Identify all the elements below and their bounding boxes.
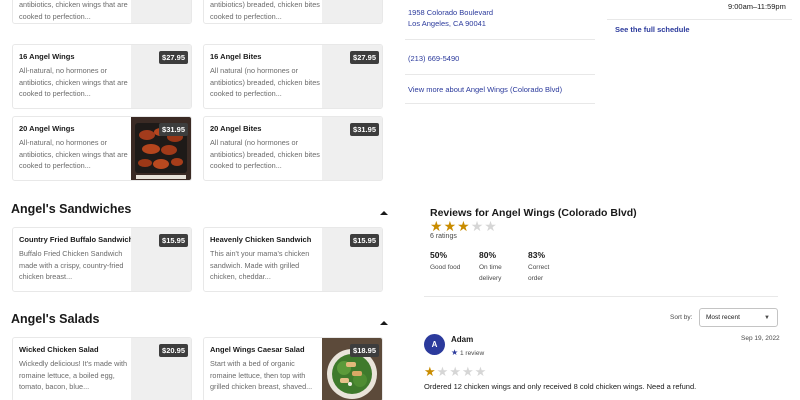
menu-item-card[interactable]: 20 Angel Wings All-natural, no hormones … bbox=[12, 116, 192, 181]
menu-item-card[interactable]: Wicked Chicken Salad Wickedly delicious!… bbox=[12, 337, 192, 400]
menu-item-name: Country Fried Buffalo Sandwich bbox=[19, 235, 134, 244]
menu-item-description: All-natural, no hormones or antibiotics,… bbox=[19, 66, 128, 98]
divider bbox=[405, 103, 595, 104]
sort-value: Most recent bbox=[706, 314, 740, 321]
reviewer-review-count: 1 review bbox=[459, 350, 485, 357]
menu-item-card[interactable]: 20 Angel Bites All natural (no hormones … bbox=[203, 116, 383, 181]
menu-item-name: Heavenly Chicken Sandwich bbox=[210, 235, 312, 244]
chevron-up-icon[interactable] bbox=[379, 205, 389, 215]
menu-item-price: $31.95 bbox=[350, 123, 379, 136]
divider bbox=[424, 296, 778, 297]
hours-text: 9:00am–11:59pm bbox=[728, 2, 786, 11]
address-line1[interactable]: 1958 Colorado Boulevard bbox=[408, 8, 493, 17]
menu-item-price: $15.95 bbox=[350, 234, 379, 247]
menu-item-price: $27.95 bbox=[159, 51, 188, 64]
menu-item-price: $18.95 bbox=[350, 344, 379, 357]
menu-item-price: $31.95 bbox=[159, 123, 188, 136]
menu-item-image bbox=[322, 0, 382, 23]
menu-item-image bbox=[131, 0, 191, 23]
chevron-up-icon[interactable] bbox=[379, 315, 389, 325]
menu-item-description: antibiotics, chicken wings that are cook… bbox=[19, 0, 128, 21]
stat-value: 50% bbox=[430, 250, 448, 260]
stat-on-time: 80% On time delivery bbox=[479, 250, 513, 284]
review-stars: ★ ★ ★ ★ ★ bbox=[424, 365, 486, 378]
menu-item-name: Wicked Chicken Salad bbox=[19, 345, 99, 354]
menu-item-name: 20 Angel Wings bbox=[19, 124, 75, 133]
stat-correct-order: 83% Correct order bbox=[528, 250, 558, 284]
menu-item-description: All natural (no hormones or antibiotics)… bbox=[210, 66, 320, 98]
sort-label: Sort by: bbox=[670, 314, 693, 321]
star-icon: ★ bbox=[443, 218, 457, 234]
menu-item-description: Wickedly delicious! It's made with romai… bbox=[19, 359, 128, 391]
menu-item-description: Start with a bed of organic romaine lett… bbox=[210, 359, 313, 391]
menu-item-card[interactable]: Heavenly Chicken Sandwich This ain't you… bbox=[203, 227, 383, 292]
chevron-down-icon: ▼ bbox=[764, 315, 770, 321]
section-title-salads: Angel's Salads bbox=[11, 312, 100, 326]
star-icon: ★ bbox=[457, 218, 470, 234]
more-about-link[interactable]: View more about Angel Wings (Colorado Bl… bbox=[408, 85, 562, 94]
menu-item-card[interactable]: antibiotics) breaded, chicken bites cook… bbox=[203, 0, 383, 24]
menu-item-description: All natural (no hormones or antibiotics)… bbox=[210, 138, 320, 170]
stat-value: 83% bbox=[528, 250, 546, 260]
menu-item-name: 20 Angel Bites bbox=[210, 124, 262, 133]
menu-item-price: $27.95 bbox=[350, 51, 379, 64]
phone-link[interactable]: (213) 669-5490 bbox=[408, 54, 459, 63]
menu-item-card[interactable]: antibiotics, chicken wings that are cook… bbox=[12, 0, 192, 24]
divider bbox=[405, 39, 595, 40]
menu-item-description: All-natural, no hormones or antibiotics,… bbox=[19, 138, 128, 170]
section-title-sandwiches: Angel's Sandwiches bbox=[11, 202, 132, 216]
star-icon: ★ bbox=[451, 348, 459, 357]
stat-good-food: 50% Good food bbox=[430, 250, 460, 273]
stat-label: Good food bbox=[430, 264, 461, 271]
menu-item-name: 16 Angel Bites bbox=[210, 52, 262, 61]
menu-item-card[interactable]: Country Fried Buffalo Sandwich Buffalo F… bbox=[12, 227, 192, 292]
menu-item-price: $20.95 bbox=[159, 344, 188, 357]
star-icon: ★ bbox=[436, 364, 449, 379]
divider bbox=[607, 19, 792, 20]
menu-item-price: $15.95 bbox=[159, 234, 188, 247]
star-icon: ★ bbox=[461, 364, 474, 379]
menu-item-name: Angel Wings Caesar Salad bbox=[210, 345, 305, 354]
divider bbox=[405, 74, 595, 75]
star-icon: ★ bbox=[430, 218, 443, 234]
star-icon: ★ bbox=[474, 364, 487, 379]
rating-stars: ★ ★ ★ ★ ★ bbox=[430, 219, 497, 233]
stat-label: Correct order bbox=[528, 264, 550, 282]
menu-item-description: antibiotics) breaded, chicken bites cook… bbox=[210, 0, 320, 21]
star-icon: ★ bbox=[470, 218, 484, 234]
menu-item-description: Buffalo Fried Chicken Sandwich made with… bbox=[19, 249, 124, 281]
menu-item-card[interactable]: Angel Wings Caesar Salad Start with a be… bbox=[203, 337, 383, 400]
avatar: A bbox=[424, 334, 445, 355]
sort-select[interactable]: Most recent ▼ bbox=[699, 308, 778, 327]
star-icon: ★ bbox=[424, 364, 436, 379]
ratings-count: 6 ratings bbox=[430, 233, 457, 240]
full-schedule-link[interactable]: See the full schedule bbox=[615, 25, 690, 34]
review-date: Sep 19, 2022 bbox=[741, 335, 780, 342]
stat-label: On time delivery bbox=[479, 264, 502, 282]
menu-item-description: This ain't your mama's chicken sandwich.… bbox=[210, 249, 310, 281]
star-icon: ★ bbox=[484, 218, 497, 234]
menu-item-card[interactable]: 16 Angel Bites All natural (no hormones … bbox=[203, 44, 383, 109]
stat-value: 80% bbox=[479, 250, 497, 260]
menu-item-card[interactable]: 16 Angel Wings All-natural, no hormones … bbox=[12, 44, 192, 109]
address-line2[interactable]: Los Angeles, CA 90041 bbox=[408, 19, 486, 28]
reviewer-badge: ★ 1 review bbox=[451, 348, 484, 357]
menu-item-name: 16 Angel Wings bbox=[19, 52, 75, 61]
reviewer-name[interactable]: Adam bbox=[451, 335, 473, 344]
review-text: Ordered 12 chicken wings and only receiv… bbox=[424, 382, 697, 391]
star-icon: ★ bbox=[449, 364, 461, 379]
